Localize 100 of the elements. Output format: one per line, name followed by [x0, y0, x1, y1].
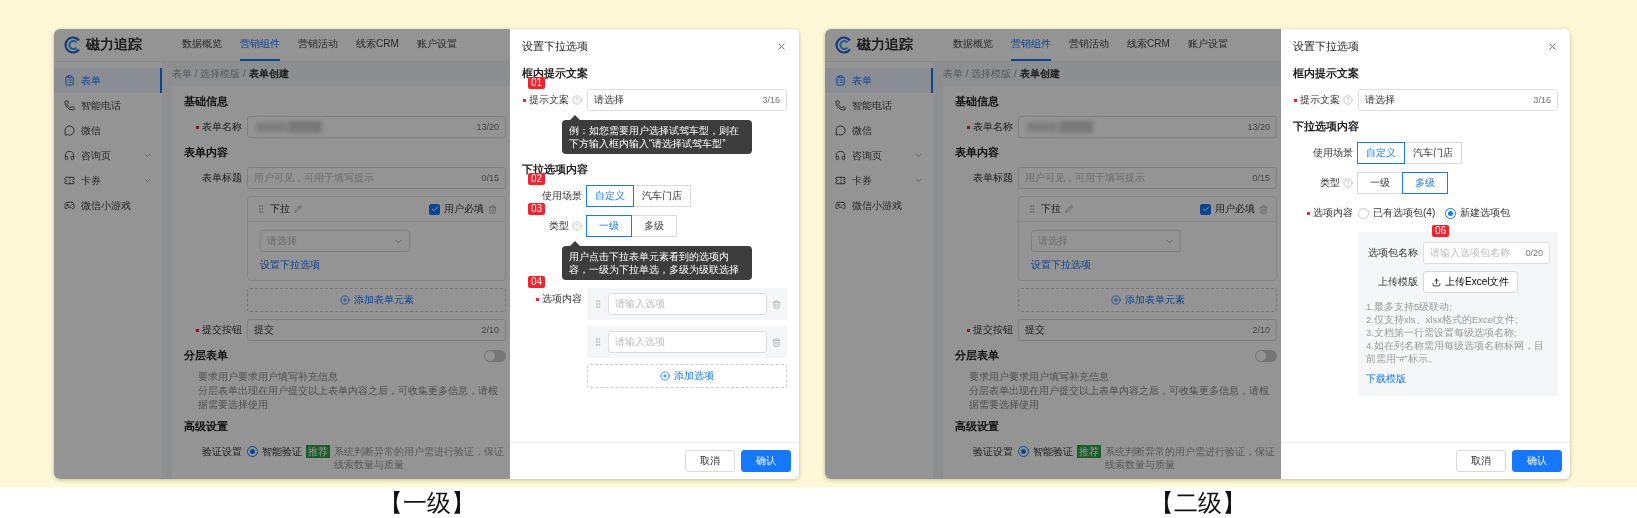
field-label: 提示文案	[1300, 93, 1340, 107]
radio-label: 智能验证	[1033, 445, 1073, 459]
segment-option[interactable]: 自定义	[586, 185, 634, 207]
nav-tab[interactable]: 账户设置	[416, 29, 457, 61]
radio-option[interactable]: 新建选项包	[1445, 206, 1511, 220]
plus-circle-icon	[1110, 295, 1121, 305]
segment-option[interactable]: 汽车门店	[633, 185, 691, 207]
field-label: 选项内容	[542, 292, 582, 306]
nav-tab[interactable]: 营销组件	[240, 29, 280, 61]
segment-option[interactable]: 一级	[586, 215, 632, 237]
checkbox-label: 用户必填	[444, 202, 484, 216]
ticket-icon	[64, 175, 75, 186]
recommend-tag: 推荐	[1077, 445, 1101, 458]
segment-option[interactable]: 多级	[631, 215, 677, 237]
nav-tab[interactable]: 线索CRM	[1127, 29, 1170, 61]
section-title: 分层表单	[955, 348, 999, 363]
element-name: 下拉	[1041, 202, 1061, 216]
nav-tab[interactable]: 线索CRM	[356, 29, 399, 61]
chat-icon	[64, 125, 75, 136]
segment-option[interactable]: 多级	[1402, 172, 1448, 194]
field-label: 提交按钮	[973, 323, 1013, 337]
step-badge: 06	[1432, 225, 1450, 237]
text-field[interactable]: 提交 2/10	[1018, 319, 1277, 341]
text-field[interactable]: 请选择 3/16	[587, 89, 787, 111]
segment-option[interactable]: 汽车门店	[1404, 142, 1462, 164]
segment-option[interactable]: 一级	[1357, 172, 1403, 194]
field-value: 提交	[1025, 323, 1045, 337]
form-icon	[64, 75, 75, 86]
add-option-button[interactable]: 添加选项	[587, 364, 787, 388]
caption: 【一级】	[377, 487, 476, 518]
field-placeholder: 请输入选项包名称	[1430, 246, 1510, 260]
section-title: 基础信息	[955, 94, 999, 109]
char-counter: 13/20	[1247, 122, 1270, 132]
close-icon[interactable]	[1547, 41, 1558, 52]
sidebar-item[interactable]: 表单	[825, 68, 933, 93]
phone-icon	[64, 100, 75, 111]
char-counter: 2/10	[1252, 325, 1270, 335]
add-element-button[interactable]: 添加表单元素	[247, 288, 506, 312]
nav-tab[interactable]: 账户设置	[1187, 29, 1228, 61]
nav-tab[interactable]: 营销活动	[298, 29, 338, 61]
section-title: 表单内容	[955, 145, 999, 160]
logo-icon	[835, 36, 853, 54]
upload-button[interactable]: 上传Excel文件	[1423, 271, 1519, 293]
toggle-switch[interactable]	[1255, 349, 1277, 362]
field-label: 类型	[1320, 176, 1340, 190]
element-name: 下拉	[270, 202, 290, 216]
checkbox-label: 用户必填	[1215, 202, 1255, 216]
text-field[interactable]: 13/20	[1018, 116, 1277, 138]
text-field[interactable]: 请选择 3/16	[1358, 89, 1558, 111]
chat-icon	[835, 125, 846, 136]
tooltip: 用户点击下拉表单元素看到的选项内容，一级为下拉单选，多级为级联选择	[562, 241, 752, 280]
tooltip: 例：如您需要用户选择试驾车型，则在下方输入框内输入“请选择试驾车型”	[562, 115, 752, 154]
text-field[interactable]: 提交 2/10	[247, 319, 506, 341]
caption: 【二级】	[1148, 487, 1247, 518]
nav-tab[interactable]: 营销活动	[1069, 29, 1109, 61]
close-icon[interactable]	[776, 41, 787, 52]
sidebar-item[interactable]: 表单	[54, 68, 162, 93]
cancel-button[interactable]: 取消	[1456, 450, 1506, 472]
char-counter: 0/20	[1525, 248, 1543, 258]
char-counter: 0/15	[481, 173, 499, 183]
add-element-button[interactable]: 添加表单元素	[1018, 288, 1277, 312]
field-label: 验证设置	[202, 445, 242, 459]
char-counter: 3/16	[1533, 95, 1551, 105]
field-value: 请选择	[1365, 93, 1395, 107]
nav-tab[interactable]: 数据概览	[953, 29, 993, 61]
settings-link[interactable]: 设置下拉选项	[260, 258, 320, 272]
cancel-button[interactable]: 取消	[685, 450, 735, 472]
settings-link[interactable]: 设置下拉选项	[1031, 258, 1091, 272]
confirm-button[interactable]: 确认	[1512, 450, 1562, 472]
confirm-button[interactable]: 确认	[741, 450, 791, 472]
checkbox[interactable]	[1200, 203, 1211, 215]
checkbox[interactable]	[429, 203, 440, 215]
step-badge: 04	[528, 276, 546, 288]
nav-tab[interactable]: 营销组件	[1011, 29, 1051, 61]
ticket-icon	[835, 175, 846, 186]
section-title: 基础信息	[184, 94, 228, 109]
trash-icon	[772, 299, 781, 309]
field-label: 验证设置	[973, 445, 1013, 459]
section-title: 分层表单	[184, 348, 228, 363]
download-link[interactable]: 下载模版	[1366, 372, 1550, 386]
trash-icon	[1259, 204, 1268, 214]
logo-text: 磁力追踪	[86, 36, 142, 54]
field-label: 使用场景	[1313, 146, 1353, 160]
field-label: 选项内容	[1313, 206, 1353, 220]
nav-tab[interactable]: 数据概览	[182, 29, 222, 61]
logo-icon	[64, 36, 82, 54]
segment-option[interactable]: 自定义	[1357, 142, 1405, 164]
note-text: 3.文档第一行需设置每级选项名称;	[1366, 326, 1518, 339]
step-badge: 02	[528, 173, 546, 185]
field-label: 表单标题	[973, 171, 1013, 185]
toggle-switch[interactable]	[484, 349, 506, 362]
section-title: 高级设置	[184, 419, 228, 434]
text-field[interactable]: 13/20	[247, 116, 506, 138]
logo-text: 磁力追踪	[857, 36, 913, 54]
trash-icon	[772, 337, 781, 347]
drag-handle-icon	[256, 204, 266, 214]
drawer-title: 设置下拉选项	[522, 39, 588, 54]
text-field[interactable]: 请输入选项包名称 0/20	[1423, 242, 1550, 264]
field-value: 提交	[254, 323, 274, 337]
radio-option[interactable]: 已有选项包(4)	[1358, 206, 1436, 220]
